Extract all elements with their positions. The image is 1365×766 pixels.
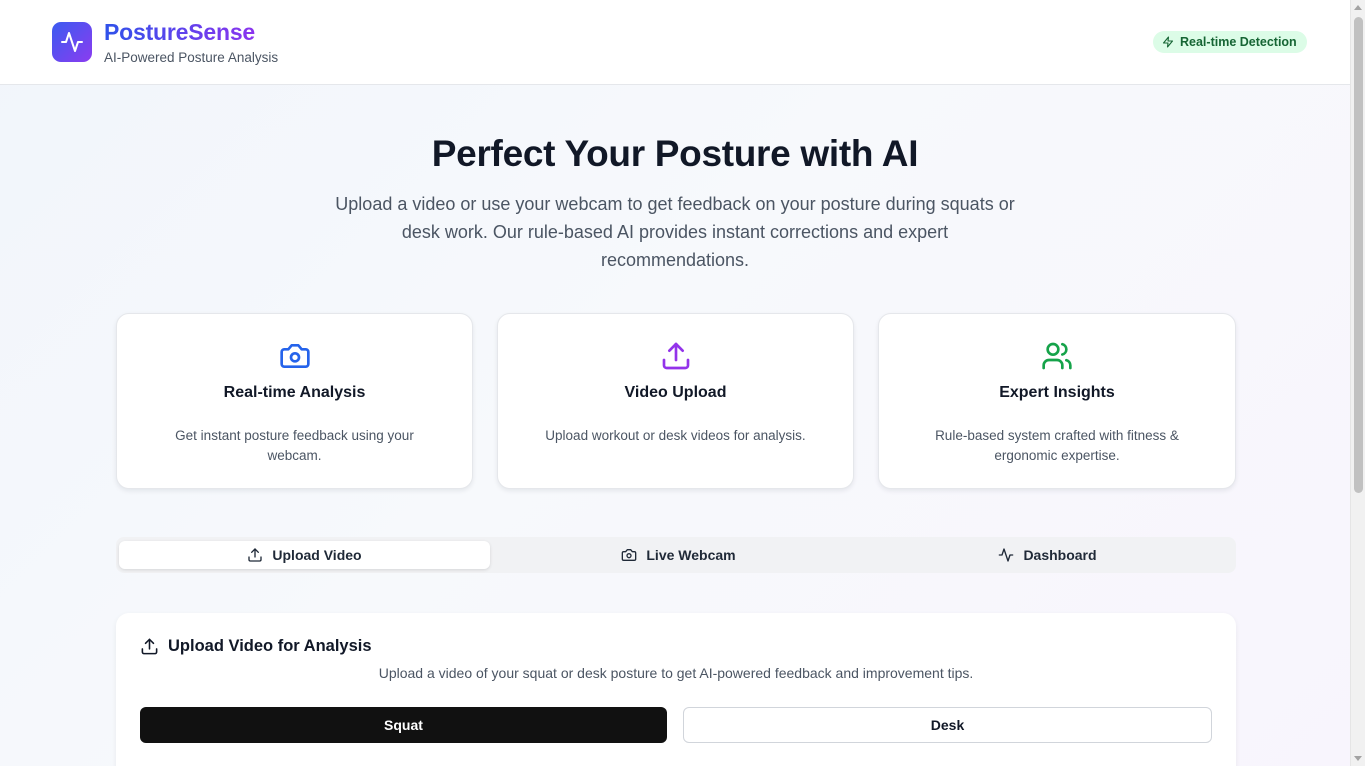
activity-pulse-icon bbox=[61, 32, 83, 52]
hero-title: Perfect Your Posture with AI bbox=[431, 133, 919, 174]
hero-description: Upload a video or use your webcam to get… bbox=[335, 194, 1015, 270]
upload-panel-title: Upload Video for Analysis bbox=[168, 637, 372, 655]
badge-label: Real-time Detection bbox=[1180, 35, 1297, 49]
lightning-icon bbox=[1162, 36, 1174, 48]
feature-description: Rule-based system crafted with fitness &… bbox=[935, 428, 1179, 463]
tab-label: Live Webcam bbox=[646, 547, 736, 563]
feature-card-realtime: Real-time Analysis Get instant posture f… bbox=[116, 313, 473, 489]
tab-live-webcam[interactable]: Live Webcam bbox=[493, 541, 864, 569]
feature-card-expert-insights: Expert Insights Rule-based system crafte… bbox=[878, 313, 1236, 489]
feature-title: Video Upload bbox=[624, 384, 727, 401]
tab-dashboard[interactable]: Dashboard bbox=[862, 541, 1233, 569]
squat-mode-button[interactable]: Squat bbox=[140, 707, 667, 743]
vertical-scrollbar[interactable] bbox=[1350, 0, 1365, 766]
tab-label: Upload Video bbox=[272, 547, 362, 563]
feature-title: Real-time Analysis bbox=[223, 384, 366, 401]
brand-title: PostureSense bbox=[104, 19, 255, 45]
upload-icon bbox=[662, 342, 689, 370]
app-logo[interactable] bbox=[52, 22, 92, 62]
realtime-detection-badge: Real-time Detection bbox=[1153, 31, 1307, 53]
upload-panel-header: Upload Video for Analysis bbox=[140, 637, 372, 656]
upload-panel: Upload Video for Analysis Upload a video… bbox=[116, 613, 1236, 766]
tab-label: Dashboard bbox=[1023, 547, 1097, 563]
upload-icon bbox=[141, 638, 158, 655]
users-icon bbox=[1042, 342, 1072, 370]
app-header: PostureSense AI-Powered Posture Analysis… bbox=[0, 0, 1350, 85]
upload-icon bbox=[248, 548, 263, 562]
tab-upload-video[interactable]: Upload Video bbox=[119, 541, 490, 569]
feature-title: Expert Insights bbox=[999, 384, 1115, 401]
camera-icon bbox=[622, 549, 637, 561]
brand-subtitle: AI-Powered Posture Analysis bbox=[104, 50, 279, 65]
feature-description: Upload workout or desk videos for analys… bbox=[545, 428, 806, 443]
scroll-up-arrow-icon[interactable] bbox=[1354, 5, 1362, 10]
activity-pulse-icon bbox=[999, 548, 1014, 562]
camera-icon bbox=[279, 344, 310, 368]
scrollbar-thumb[interactable] bbox=[1354, 17, 1363, 493]
desk-mode-button[interactable]: Desk bbox=[683, 707, 1212, 743]
feature-card-video-upload: Video Upload Upload workout or desk vide… bbox=[497, 313, 854, 489]
upload-panel-description: Upload a video of your squat or desk pos… bbox=[378, 665, 974, 681]
page: PostureSense AI-Powered Posture Analysis… bbox=[0, 0, 1350, 766]
scroll-down-arrow-icon[interactable] bbox=[1354, 756, 1362, 761]
mode-tabs: Upload Video Live Webcam Dashboard bbox=[116, 537, 1236, 573]
feature-description: Get instant posture feedback using your … bbox=[175, 428, 414, 463]
